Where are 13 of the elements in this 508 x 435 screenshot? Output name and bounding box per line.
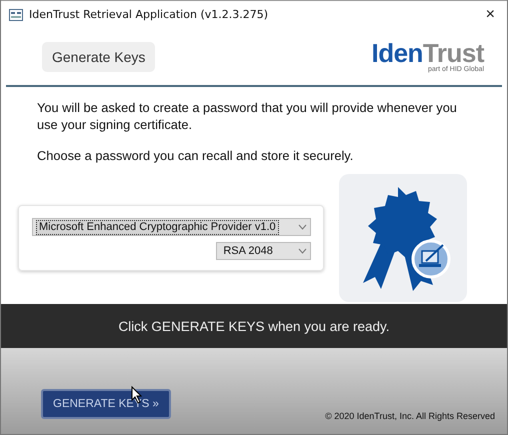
caret-icon <box>298 224 308 230</box>
copyright-text: © 2020 IdenTrust, Inc. All Rights Reserved <box>325 411 495 421</box>
window-title: IdenTrust Retrieval Application (v1.2.3.275) <box>29 8 270 21</box>
status-banner: Click GENERATE KEYS when you are ready. <box>1 304 507 348</box>
key-size-dropdown[interactable]: RSA 2048 <box>216 242 312 260</box>
close-button[interactable]: × <box>482 6 499 24</box>
instruction-text: Choose a password you can recall and store it securely. <box>37 147 354 164</box>
instruction-text: You will be asked to create a password that you will provide whenever you use your signing certificate. <box>37 99 458 133</box>
provider-dropdown[interactable]: Microsoft Enhanced Cryptographic Provider v1.0 <box>32 218 312 236</box>
app-icon <box>9 8 23 20</box>
caret-icon <box>298 248 308 254</box>
logo-text: IdenTrust <box>371 40 484 66</box>
step-label: Generate Keys <box>42 42 156 72</box>
